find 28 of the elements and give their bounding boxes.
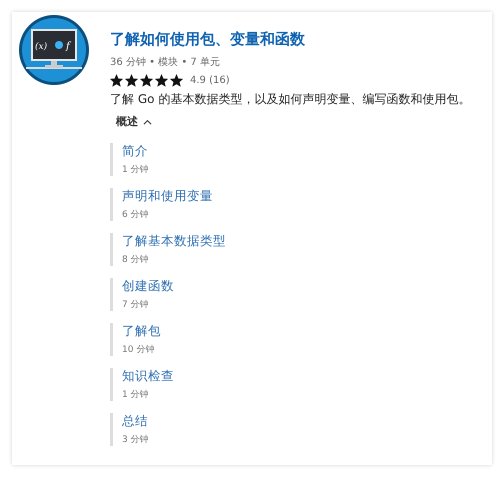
overview-toggle[interactable]: 概述 (116, 114, 152, 129)
unit-item[interactable]: 简介 1 分钟 (110, 143, 470, 176)
unit-item[interactable]: 声明和使用变量 6 分钟 (110, 188, 470, 221)
module-title[interactable]: 了解如何使用包、变量和函数 (110, 30, 470, 49)
unit-duration: 1 分钟 (122, 164, 150, 176)
unit-title[interactable]: 简介 (122, 143, 470, 160)
unit-duration: 7 分钟 (122, 298, 150, 311)
unit-duration: 10 分钟 (122, 344, 156, 356)
unit-duration: 8 分钟 (122, 254, 150, 266)
unit-title[interactable]: 总结 (122, 413, 470, 430)
unit-title[interactable]: 知识检查 (122, 368, 470, 385)
unit-item[interactable]: 知识检查 1 分钟 (110, 368, 470, 401)
caret-icon (143, 118, 152, 124)
module-meta: 36 分钟 • 模块 • 7 单元 (110, 56, 221, 69)
module-icon: (x) f (18, 14, 90, 86)
unit-title[interactable]: 声明和使用变量 (122, 188, 470, 205)
rating-text: 4.9 (16) (190, 75, 230, 86)
unit-title[interactable]: 创建函数 (122, 278, 470, 295)
module-description: 了解 Go 的基本数据类型，以及如何声明变量、编写函数和使用包。 (110, 91, 470, 108)
unit-item[interactable]: 总结 3 分钟 (110, 413, 470, 446)
unit-duration: 1 分钟 (122, 388, 150, 401)
unit-item[interactable]: 了解基本数据类型 8 分钟 (110, 233, 470, 266)
unit-duration: 3 分钟 (122, 434, 150, 446)
unit-item[interactable]: 创建函数 7 分钟 (110, 278, 470, 311)
unit-title[interactable]: 了解基本数据类型 (122, 233, 470, 250)
unit-duration: 6 分钟 (122, 208, 150, 221)
unit-title[interactable]: 了解包 (122, 323, 470, 340)
unit-item[interactable]: 了解包 10 分钟 (110, 323, 470, 356)
